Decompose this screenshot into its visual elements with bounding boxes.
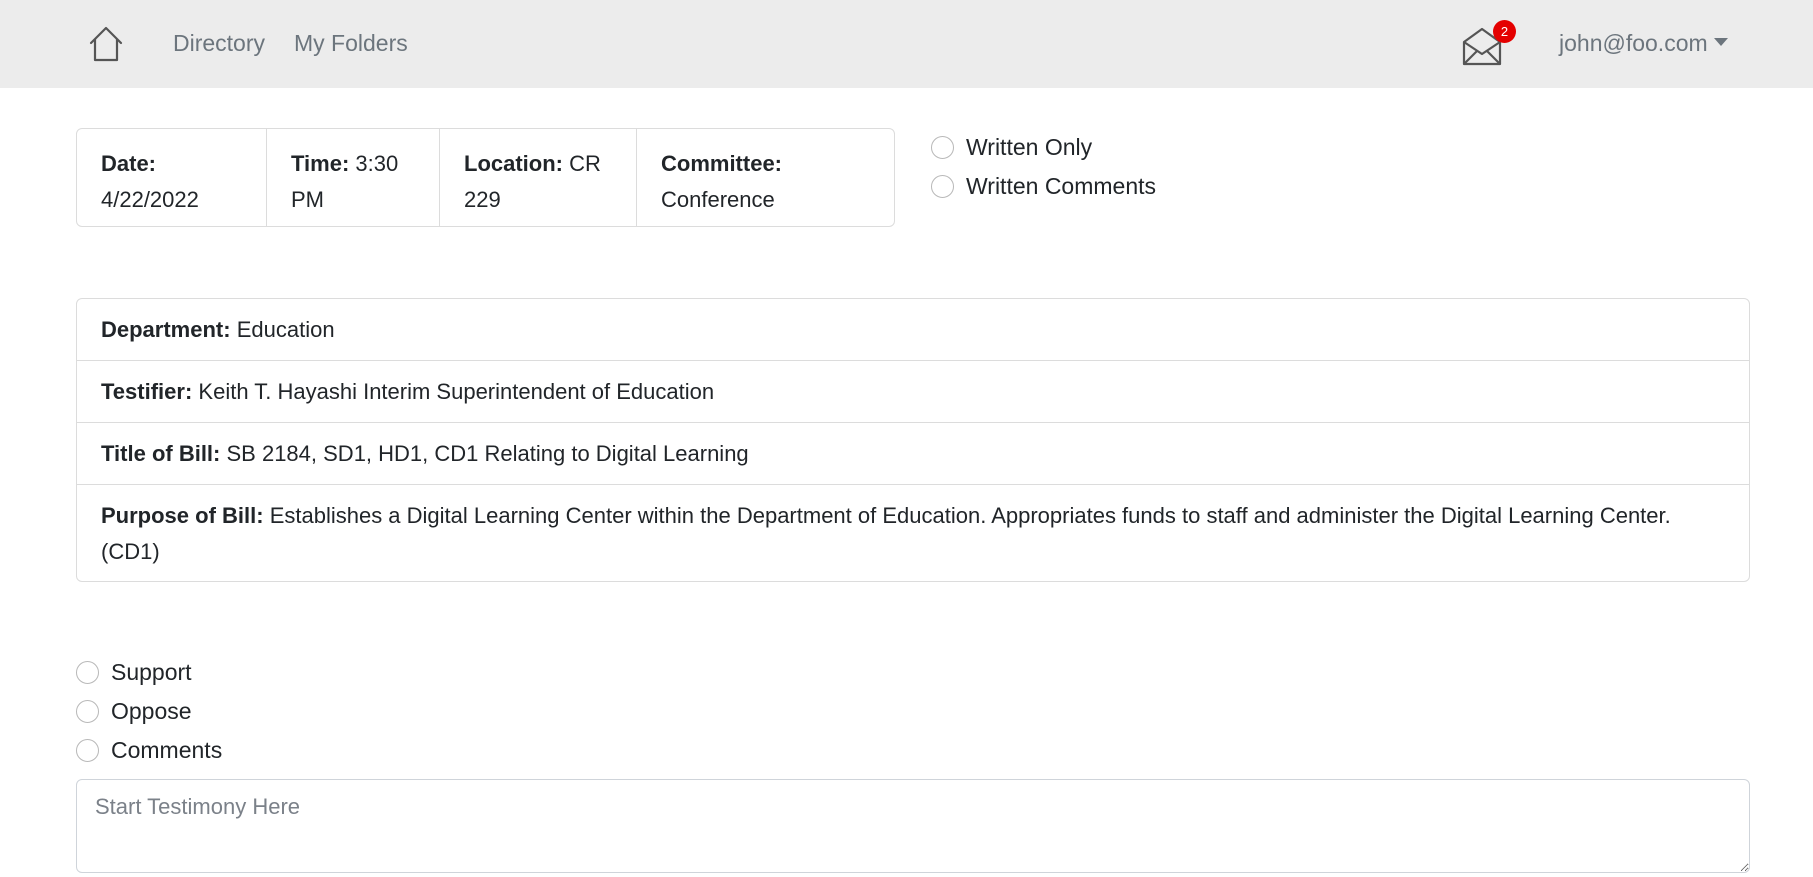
home-link[interactable] xyxy=(86,24,126,64)
radio-label: Support xyxy=(111,659,192,685)
meeting-date: Date: 4/22/2022 xyxy=(77,129,267,226)
top-navbar: Directory My Folders 2 john@foo.com xyxy=(0,0,1813,88)
bill-purpose: Purpose of Bill: Establishes a Digital L… xyxy=(77,485,1749,581)
radio-circle[interactable] xyxy=(76,700,99,723)
testimony-type-group: Written Only Written Comments xyxy=(931,128,1156,206)
testifier-value: Keith T. Hayashi Interim Superintendent … xyxy=(198,379,715,404)
location-label: Location: xyxy=(464,151,563,176)
bill-testifier: Testifier: Keith T. Hayashi Interim Supe… xyxy=(77,361,1749,423)
testifier-label: Testifier: xyxy=(101,379,193,404)
department-label: Department: xyxy=(101,317,231,342)
purpose-value: Establishes a Digital Learning Center wi… xyxy=(101,503,1671,564)
nav-my-folders[interactable]: My Folders xyxy=(294,28,408,58)
meeting-location: Location: CR 229 xyxy=(440,129,637,226)
nav-directory[interactable]: Directory xyxy=(173,28,265,58)
bill-title: Title of Bill: SB 2184, SD1, HD1, CD1 Re… xyxy=(77,423,1749,485)
radio-label: Written Only xyxy=(966,134,1093,160)
user-email: john@foo.com xyxy=(1559,30,1708,56)
date-label: Date: xyxy=(101,151,157,176)
committee-value: Conference xyxy=(661,187,775,212)
radio-oppose[interactable]: Oppose xyxy=(76,692,222,731)
position-group: Support Oppose Comments xyxy=(76,653,222,770)
department-value: Education xyxy=(236,317,335,342)
radio-circle[interactable] xyxy=(76,739,99,762)
radio-support[interactable]: Support xyxy=(76,653,222,692)
purpose-label: Purpose of Bill: xyxy=(101,503,264,528)
radio-written-comments[interactable]: Written Comments xyxy=(931,167,1156,206)
meeting-committee: Committee: Conference xyxy=(637,129,894,226)
committee-label: Committee: xyxy=(661,151,783,176)
title-value: SB 2184, SD1, HD1, CD1 Relating to Digit… xyxy=(226,441,749,466)
home-icon xyxy=(89,26,123,62)
caret-down-icon xyxy=(1713,37,1728,46)
bill-department: Department: Education xyxy=(77,299,1749,361)
meeting-time: Time: 3:30 PM xyxy=(267,129,440,226)
radio-circle[interactable] xyxy=(76,661,99,684)
bill-details: Department: Education Testifier: Keith T… xyxy=(76,298,1750,582)
date-value: 4/22/2022 xyxy=(101,187,199,212)
radio-circle[interactable] xyxy=(931,175,954,198)
user-menu-dropdown[interactable]: john@foo.com xyxy=(1559,28,1728,58)
title-label: Title of Bill: xyxy=(101,441,221,466)
radio-comments[interactable]: Comments xyxy=(76,731,222,770)
radio-circle[interactable] xyxy=(931,136,954,159)
meeting-info: Date: 4/22/2022 Time: 3:30 PM Location: … xyxy=(76,128,895,227)
unread-badge: 2 xyxy=(1493,20,1516,43)
radio-label: Written Comments xyxy=(966,173,1157,199)
time-label: Time: xyxy=(291,151,350,176)
radio-written-only[interactable]: Written Only xyxy=(931,128,1156,167)
radio-label: Oppose xyxy=(111,698,192,724)
radio-label: Comments xyxy=(111,737,223,763)
testimony-textarea[interactable] xyxy=(76,779,1750,873)
